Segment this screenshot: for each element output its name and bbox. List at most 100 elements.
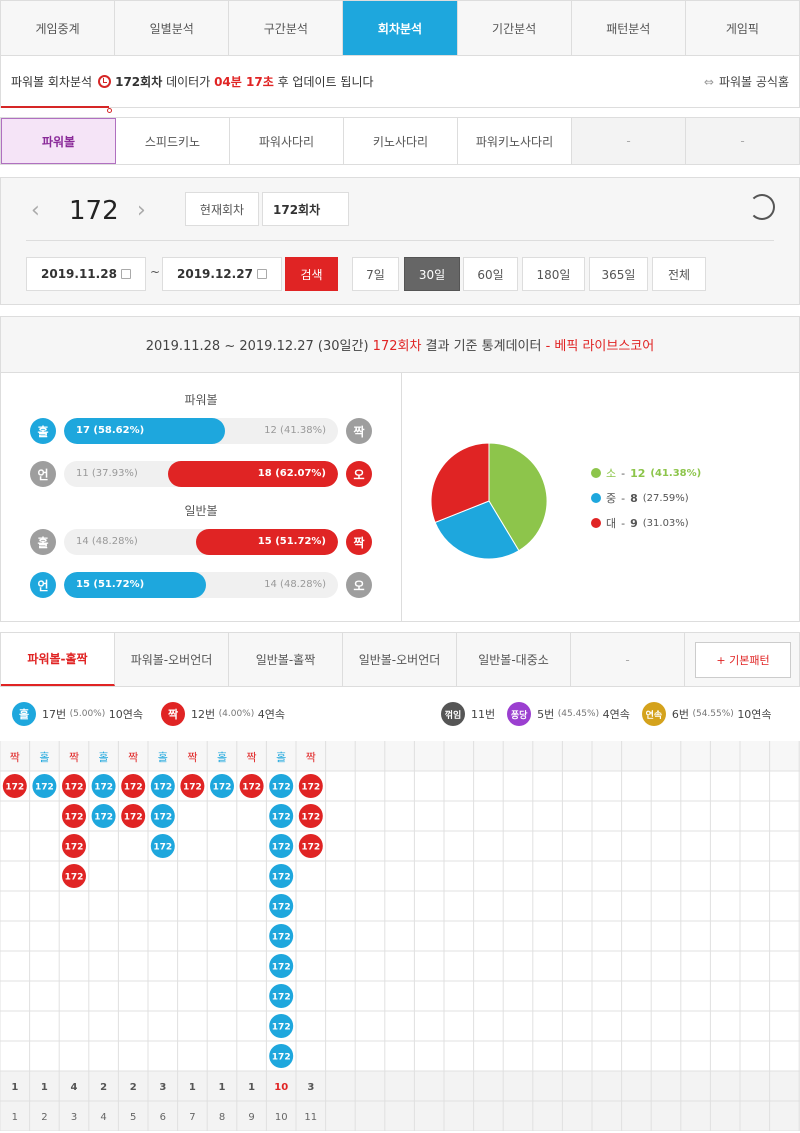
legend-count: 12	[630, 466, 646, 480]
pattern-ball-label: 172	[272, 783, 291, 793]
game-tab-0[interactable]: 파워볼	[1, 118, 116, 164]
ratio-bar-2: 14 (48.28%) 15 (51.72%)	[64, 529, 338, 555]
pattern-ball-label: 172	[65, 813, 84, 823]
ratio-left-text-3: 15 (51.72%)	[76, 579, 145, 590]
column-index-4: 5	[130, 1112, 136, 1123]
nav-tab-1[interactable]: 일별분석	[115, 1, 230, 55]
period-button-1[interactable]: 30일	[404, 257, 460, 291]
pattern-tab-0[interactable]: 파워볼-홀짝	[1, 633, 115, 686]
even-pct: (4.00%)	[218, 709, 255, 719]
pattern-ball-label: 172	[242, 783, 261, 793]
game-tabs: 파워볼 스피드키노 파워사다리 키노사다리 파워키노사다리 - -	[0, 117, 800, 165]
game-tab-3[interactable]: 키노사다리	[344, 118, 458, 164]
pong-count: 5번	[537, 708, 555, 721]
pattern-tab-1[interactable]: 파워볼-오버언더	[115, 633, 229, 686]
column-count-0: 1	[11, 1082, 18, 1093]
column-head-2: 짝	[69, 751, 79, 764]
period-button-3[interactable]: 180일	[522, 257, 585, 291]
game-tab-1[interactable]: 스피드키노	[116, 118, 230, 164]
legend-label: 대	[606, 517, 617, 530]
next-round-icon[interactable]: ›	[137, 198, 146, 223]
pong-badge: 퐁당	[507, 702, 532, 726]
pattern-ball-label: 172	[301, 783, 320, 793]
column-index-10: 11	[304, 1112, 317, 1123]
column-index-1: 2	[41, 1112, 47, 1123]
period-button-2[interactable]: 60일	[463, 257, 518, 291]
game-tab-2[interactable]: 파워사다리	[230, 118, 344, 164]
left-ball-1: 언	[30, 461, 56, 487]
column-head-1: 홀	[39, 751, 49, 764]
column-count-1: 1	[41, 1082, 48, 1093]
pong-streak: 4연속	[602, 708, 630, 721]
pattern-tab-2[interactable]: 일반볼-홀짝	[229, 633, 343, 686]
stats-panel: 2019.11.28 ~ 2019.12.27 (30일간) 172회차 결과 …	[0, 316, 800, 622]
nav-tab-4[interactable]: 기간분석	[458, 1, 572, 55]
left-ball-0: 홀	[30, 418, 56, 444]
nav-tab-2[interactable]: 구간분석	[229, 1, 344, 55]
stats-desc: 결과 기준 통계데이터	[425, 339, 542, 354]
refresh-icon[interactable]	[749, 194, 775, 220]
pie-legend-item-0: 소 -12 (41.38%)	[591, 465, 701, 481]
continuous-streak: 10연속	[737, 708, 772, 721]
legend-pct: (27.59%)	[642, 492, 689, 504]
column-count-10: 3	[307, 1082, 314, 1093]
ratio-left-text-0: 17 (58.62%)	[76, 425, 145, 436]
nav-tab-5[interactable]: 패턴분석	[572, 1, 686, 55]
round-input[interactable]: 172회차	[262, 192, 349, 226]
ratio-left-text-2: 14 (48.28%)	[76, 536, 138, 547]
current-round-button[interactable]: 현재회차	[185, 192, 259, 226]
pattern-tab-4[interactable]: 일반볼-대중소	[457, 633, 571, 686]
period-button-4[interactable]: 365일	[589, 257, 648, 291]
size-pie-chart	[430, 442, 548, 560]
pattern-tab-3[interactable]: 일반볼-오버언더	[343, 633, 457, 686]
date-to-input[interactable]: 2019.12.27	[162, 257, 282, 291]
column-index-9: 10	[275, 1112, 288, 1123]
legend-count: 9	[630, 516, 638, 530]
date-tilde: ~	[150, 265, 161, 279]
ratio-right-text-0: 12 (41.38%)	[264, 425, 326, 436]
main-nav: 게임중계 일별분석 구간분석 회차분석 기간분석 패턴분석 게임픽	[0, 0, 800, 56]
column-count-6: 1	[189, 1082, 196, 1093]
game-tab-6[interactable]: -	[686, 118, 799, 164]
game-tab-4[interactable]: 파워키노사다리	[458, 118, 572, 164]
stats-divider	[401, 373, 402, 622]
nav-tab-0[interactable]: 게임중계	[1, 1, 116, 55]
pattern-ball-label: 172	[213, 783, 232, 793]
official-home-link[interactable]: ⇔ 파워볼 공식홈	[704, 73, 789, 90]
search-button[interactable]: 검색	[285, 257, 338, 291]
pattern-ball-label: 172	[301, 843, 320, 853]
pattern-ball-label: 172	[153, 783, 172, 793]
even-streak: 4연속	[257, 708, 285, 721]
nav-tab-3[interactable]: 회차분석	[343, 1, 458, 55]
ratio-left-text-1: 11 (37.93%)	[76, 468, 138, 479]
break-badge: 꺾임	[441, 702, 465, 726]
normal-ball-title: 일반볼	[184, 504, 218, 518]
nav-tab-6[interactable]: 게임픽	[686, 1, 799, 55]
left-ball-3: 언	[30, 572, 56, 598]
column-index-8: 9	[248, 1112, 254, 1123]
period-button-5[interactable]: 전체	[652, 257, 706, 291]
right-ball-3: 오	[346, 572, 372, 598]
pattern-ball-label: 172	[35, 783, 54, 793]
pattern-ball-label: 172	[124, 813, 143, 823]
info-underline	[1, 106, 109, 108]
column-head-4: 짝	[128, 751, 138, 764]
even-count: 12번	[191, 708, 216, 721]
info-marker	[107, 108, 112, 113]
column-index-0: 1	[12, 1112, 18, 1123]
stats-header: 2019.11.28 ~ 2019.12.27 (30일간) 172회차 결과 …	[1, 317, 799, 373]
pattern-tab-5[interactable]: -	[571, 633, 685, 686]
basic-pattern-button[interactable]: + 기본패턴	[695, 642, 791, 678]
period-button-0[interactable]: 7일	[352, 257, 399, 291]
calendar-icon	[257, 269, 267, 279]
continuous-badge: 연속	[641, 702, 666, 726]
column-count-4: 2	[130, 1082, 137, 1093]
ratio-right-text-2: 15 (51.72%)	[257, 536, 326, 547]
odd-streak: 10연속	[108, 708, 143, 721]
right-ball-0: 짝	[346, 418, 372, 444]
prev-round-icon[interactable]: ‹	[31, 198, 40, 223]
date-from-input[interactable]: 2019.11.28	[26, 257, 146, 291]
pattern-ball-label: 172	[5, 783, 24, 793]
stats-round: 172회차	[372, 339, 422, 354]
game-tab-5[interactable]: -	[572, 118, 686, 164]
